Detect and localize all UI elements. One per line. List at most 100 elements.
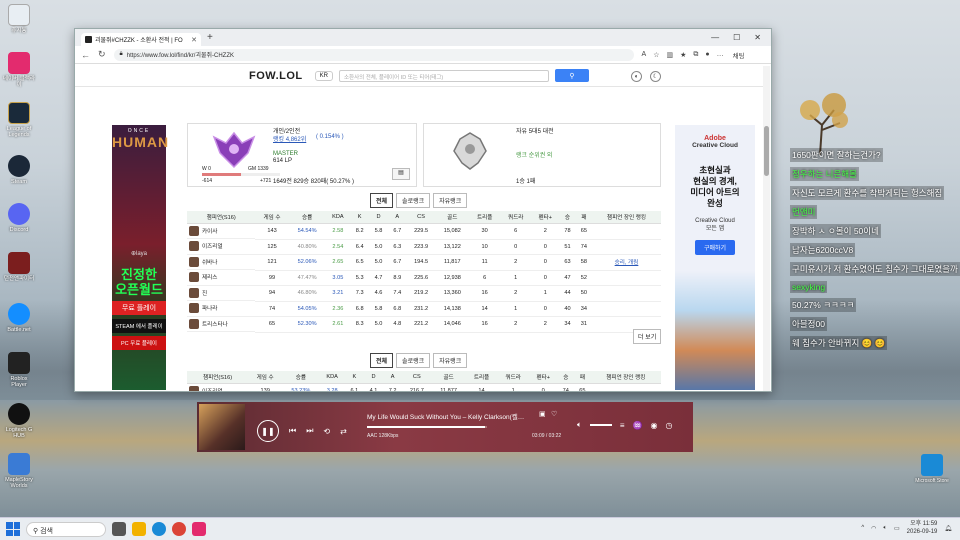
column-header[interactable]: 게임 수 — [255, 211, 289, 224]
equalizer-icon[interactable]: ♒ — [632, 421, 642, 430]
column-header[interactable]: 트리플 — [469, 211, 501, 224]
previous-icon[interactable]: ⏮ — [289, 426, 296, 436]
column-header[interactable]: 챔피언 장인 랭킹 — [590, 371, 661, 384]
tab-solo[interactable]: 솔로랭크 — [396, 193, 431, 208]
table-row[interactable]: 파나라 74 54.05% 2.36 6.8 5.8 6.8 231.2 14,138 14 1 0 4… — [187, 301, 661, 317]
close-window-icon[interactable]: ✕ — [754, 33, 761, 42]
song-progress-bar[interactable] — [367, 426, 487, 428]
tab-all-2[interactable]: 전체 — [370, 353, 394, 368]
column-header[interactable]: 쿼드라 — [500, 211, 532, 224]
column-header[interactable]: CS — [402, 371, 432, 384]
column-header[interactable]: 승률 — [282, 371, 320, 384]
explorer-icon[interactable] — [132, 522, 146, 536]
menu-icon[interactable]: … — [717, 51, 724, 58]
favorite-star-icon[interactable]: ☆ — [653, 51, 659, 59]
desktop-icon-battlenet[interactable]: Battle.net — [3, 303, 35, 333]
column-header[interactable]: 챔피언(S16) — [187, 371, 249, 384]
desktop-icon-blacklight[interactable]: 네이버 블랙라이 — [3, 52, 35, 88]
heart-icon[interactable]: ♡ — [551, 410, 557, 418]
read-aloud-icon[interactable]: A — [642, 51, 647, 58]
desktop-icon-recycle[interactable]: 휴지통 — [3, 4, 35, 34]
column-header[interactable]: CS — [406, 211, 436, 224]
column-header[interactable]: 펜타+ — [528, 371, 558, 384]
column-header[interactable]: A — [383, 371, 403, 384]
column-header[interactable]: 승 — [557, 371, 575, 384]
tab-all[interactable]: 전체 — [370, 193, 394, 208]
desktop-icon-store[interactable]: Microsoft Store — [914, 454, 950, 484]
volume-icon[interactable]: 🔈︎ — [577, 420, 582, 430]
tab-flex-2[interactable]: 자유랭크 — [433, 353, 468, 368]
site-logo[interactable]: FOW.LOL — [249, 70, 303, 82]
table-row[interactable]: 진 94 46.80% 3.21 7.3 4.6 7.4 219.2 13,360 16 2 1 44 5… — [187, 285, 661, 302]
lyrics-icon[interactable]: ▣ — [539, 410, 546, 418]
column-header[interactable]: 패 — [574, 371, 591, 384]
column-header[interactable]: 승률 — [288, 211, 326, 224]
split-screen-icon[interactable]: ▥ — [667, 51, 674, 59]
next-icon[interactable]: ⏭ — [306, 426, 313, 436]
column-header[interactable]: 펜타+ — [531, 211, 560, 224]
browser-tab[interactable]: 괴물쥐#CHZZK - 소환사 전적 | FO ✕ — [81, 33, 201, 46]
column-header[interactable]: 챔피언(S16) — [187, 211, 256, 224]
column-header[interactable]: 골드 — [435, 211, 470, 224]
ad-left[interactable]: ONCE HUMAN ⊕laya 진정한 오픈월드 무료 플레이 STEAM 에… — [112, 125, 168, 390]
column-header[interactable]: K — [350, 211, 370, 224]
ad-buy-button[interactable]: 구매하기 — [695, 240, 735, 255]
new-tab-button[interactable]: + — [207, 32, 213, 43]
shuffle-icon[interactable]: ⇄ — [340, 427, 347, 436]
table-row[interactable]: 이즈리얼 125 40.80% 2.54 6.4 5.0 6.3 223.9 13,122 10 0… — [187, 239, 661, 255]
url-field[interactable]: 🔒︎ https://www.fow.lol/find/kr/괴물쥐-CHZZK — [113, 48, 634, 61]
column-header[interactable]: 쿼드라 — [497, 371, 529, 384]
notification-bell-icon[interactable]: 🔔︎ — [944, 525, 952, 532]
rank-link[interactable]: 랭킹 4,862위 — [273, 134, 306, 143]
desktop-icon-ghub[interactable]: Logitech G HUB — [3, 403, 35, 439]
table-row[interactable]: 카이사 143 54.54% 2.58 8.2 5.8 6.7 229.5 15,082 30 6 2… — [187, 223, 661, 240]
desktop-icon-steam[interactable]: Steam — [3, 155, 35, 185]
lyrics-view-icon[interactable]: ◉ — [650, 421, 657, 430]
table-row[interactable]: 제리스 99 47.47% 3.05 5.3 4.7 8.9 225.6 12,938 6 1 0 47… — [187, 270, 661, 286]
table-row[interactable]: 이즈리얼 13953.23%3.286.14.17.2216.711,877141… — [187, 383, 661, 391]
chrome-icon[interactable] — [172, 522, 186, 536]
column-header[interactable]: 골드 — [431, 371, 466, 384]
column-header[interactable]: 패 — [575, 211, 592, 224]
table-row[interactable]: 트리스타나 65 52.30% 2.61 8.3 5.0 4.8 221.2 14,046 16 2… — [187, 316, 661, 333]
repeat-icon[interactable]: ⟲ — [323, 427, 330, 436]
column-header[interactable]: 챔피언 장인 랭킹 — [592, 211, 661, 224]
desktop-icon-dnf[interactable]: 던전앤파이터 — [3, 252, 35, 282]
clock[interactable]: 오후 11:59 2026-09-19 — [907, 520, 938, 536]
more-button[interactable]: 더 보기 — [633, 329, 662, 344]
back-icon[interactable]: ← — [81, 50, 90, 60]
timer-icon[interactable]: ◷ — [665, 421, 672, 430]
table-row[interactable]: 쉬바나 121 52.06% 2.65 6.5 5.0 6.7 194.5 11,817 11 2 0… — [187, 254, 661, 271]
pause-button[interactable]: ❚❚ — [257, 420, 279, 442]
chevron-up-icon[interactable]: ^ — [861, 525, 864, 531]
column-header[interactable]: D — [363, 371, 384, 384]
tab-flex[interactable]: 자유랭크 — [433, 193, 468, 208]
column-header[interactable]: D — [369, 211, 388, 224]
refresh-icon[interactable]: ↻ — [98, 49, 106, 60]
edge-icon[interactable] — [152, 522, 166, 536]
dark-mode-icon[interactable]: ☾ — [650, 71, 661, 82]
desktop-icon-lol[interactable]: League of Legends — [3, 102, 35, 138]
column-header[interactable]: K — [344, 371, 364, 384]
globe-icon[interactable]: ◐ — [631, 71, 642, 82]
app-taskbar-icon[interactable] — [192, 522, 206, 536]
column-header[interactable]: 승 — [559, 211, 576, 224]
taskbar-search[interactable]: ⚲ 검색 — [26, 521, 106, 537]
desktop-icon-discord[interactable]: Discord — [3, 203, 35, 233]
tab-solo-2[interactable]: 솔로랭크 — [396, 353, 431, 368]
start-button[interactable] — [6, 522, 20, 536]
region-select[interactable]: KR — [314, 70, 333, 81]
wifi-icon[interactable]: ◠ — [871, 525, 876, 532]
desktop-icon-maple[interactable]: MapleStory Worlds — [3, 453, 35, 489]
column-header[interactable]: A — [387, 211, 407, 224]
page-scrollbar[interactable] — [763, 66, 770, 391]
ad-right[interactable]: Adobe Creative Cloud 초현실과 현실의 경계, 미디어 아트… — [675, 125, 755, 390]
battery-icon[interactable]: ▭ — [894, 525, 900, 532]
summoner-search-input[interactable]: 소환사의 전체, 플레이어 ID 또는 티어(태그) — [338, 69, 549, 82]
speaker-icon[interactable]: 🔈︎ — [883, 525, 887, 532]
volume-slider[interactable] — [589, 424, 612, 426]
desktop-icon-roblox[interactable]: Roblox Player — [3, 352, 35, 388]
minimize-icon[interactable]: — — [711, 33, 719, 42]
column-header[interactable]: 트리플 — [465, 371, 498, 384]
close-tab-icon[interactable]: ✕ — [191, 36, 197, 44]
